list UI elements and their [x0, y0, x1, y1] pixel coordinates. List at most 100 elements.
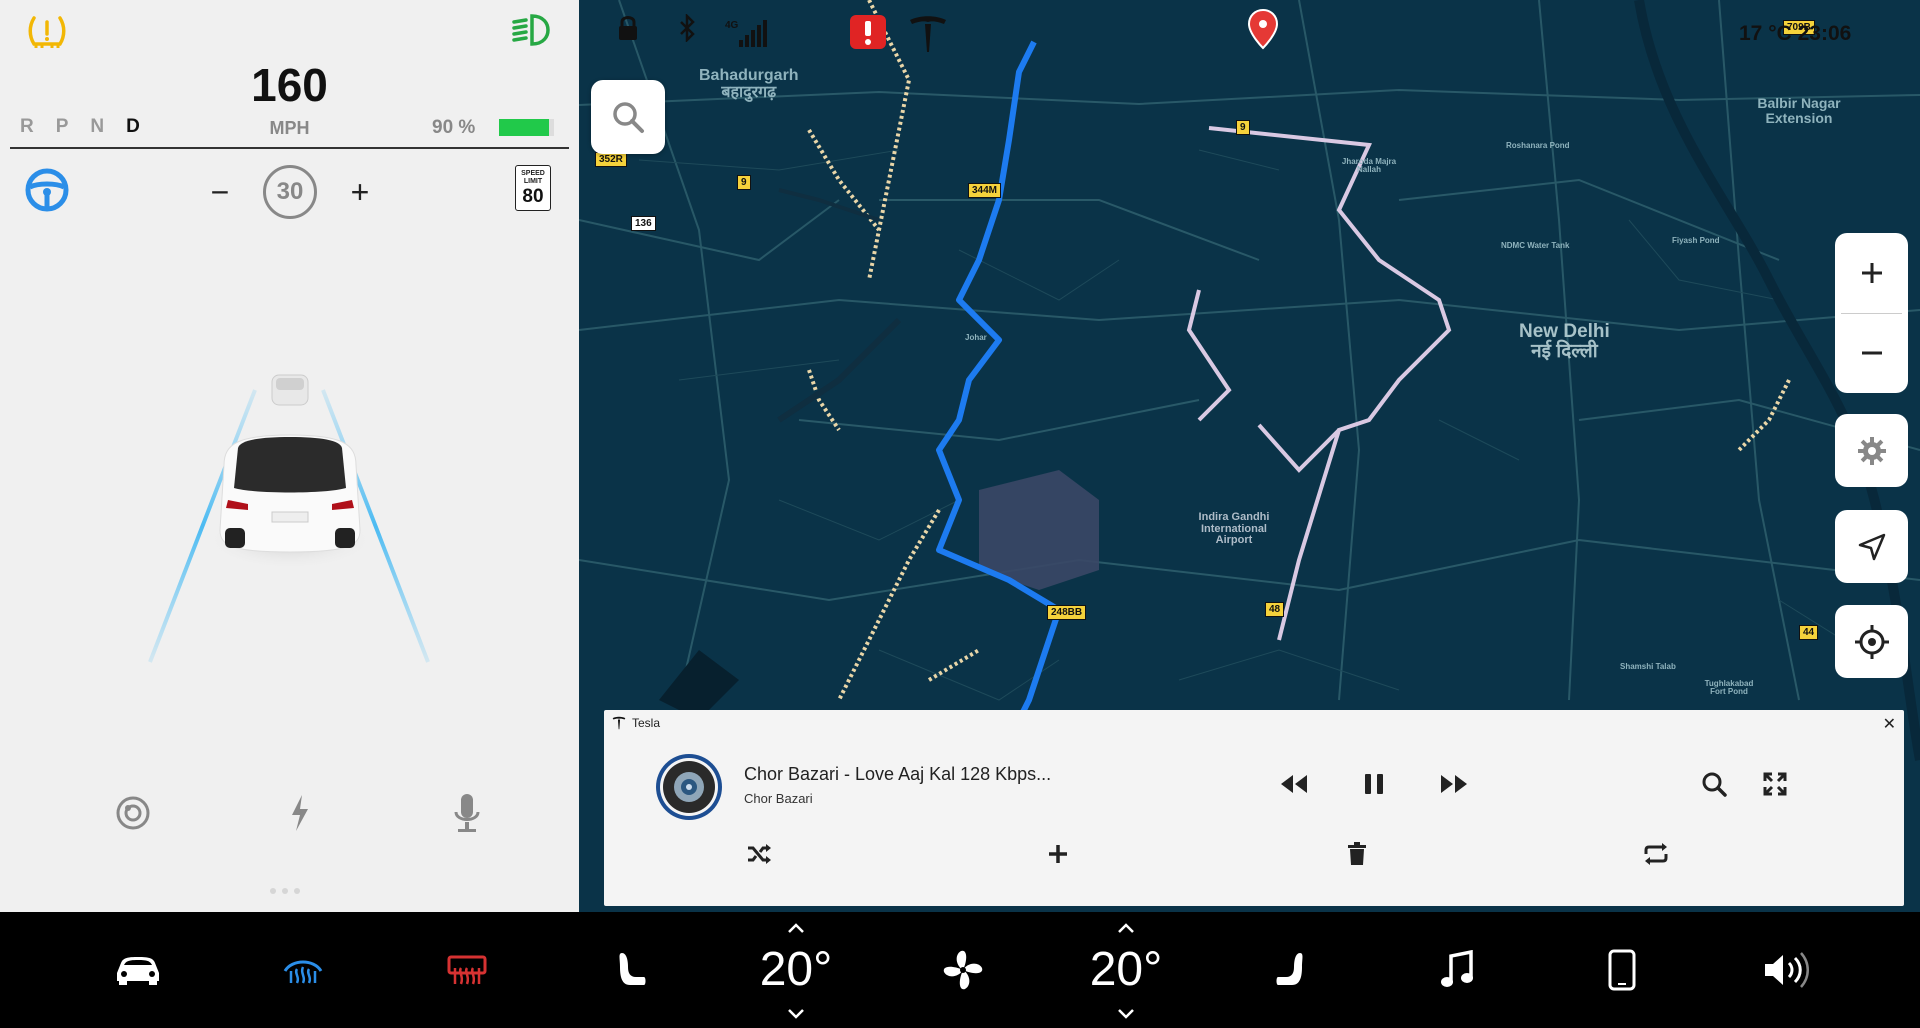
- pause-icon: [1365, 774, 1383, 794]
- microphone-icon[interactable]: [444, 790, 490, 836]
- battery-bar: [499, 119, 554, 136]
- map-label-bahadurgarh: Bahadurgarh बहादुरगढ़: [699, 67, 799, 101]
- road-shield: 352R: [595, 152, 627, 167]
- tesla-logo-icon: [612, 716, 626, 730]
- map-settings-button[interactable]: [1835, 414, 1908, 487]
- fast-forward-button[interactable]: [1436, 766, 1472, 802]
- volume-icon[interactable]: [1760, 912, 1816, 1028]
- map-label-balbir: Balbir Nagar Extension: [1757, 95, 1841, 126]
- song-title: Chor Bazari - Love Aaj Kal 128 Kbps...: [744, 764, 1052, 784]
- bluetooth-icon[interactable]: [678, 14, 696, 42]
- front-defrost-icon[interactable]: [280, 912, 326, 1028]
- pause-button[interactable]: [1356, 766, 1392, 802]
- driver-temp-value: 20°: [759, 943, 833, 996]
- passenger-temperature: 20°: [1076, 912, 1176, 1028]
- signal-4g-icon: 4G: [725, 18, 769, 48]
- map-label-tughlakabad: Tughlakabad Fort Pond: [1704, 679, 1754, 697]
- map-search-button[interactable]: [591, 80, 665, 154]
- expand-icon: [1763, 772, 1787, 796]
- player-source: Tesla: [632, 716, 661, 730]
- zoom-out-button[interactable]: [1835, 313, 1908, 393]
- add-to-playlist-button[interactable]: [1040, 836, 1076, 872]
- minus-icon: [1861, 351, 1882, 355]
- speed-unit: MPH: [269, 118, 310, 138]
- ego-vehicle: [219, 434, 361, 553]
- delete-button[interactable]: [1339, 836, 1375, 872]
- road-shield: 344M: [968, 183, 1002, 198]
- battery-fill: [499, 119, 549, 136]
- media-player: Tesla ✕ Chor Bazari - Love Aaj Kal 128 K…: [604, 710, 1904, 906]
- cruise-control: − 30 +: [205, 165, 375, 219]
- repeat-icon: [1644, 843, 1668, 865]
- search-icon: [1702, 772, 1727, 797]
- alert-icon[interactable]: [849, 14, 887, 50]
- autopilot-visualization: [120, 340, 460, 680]
- road-shield: 9: [1236, 120, 1250, 135]
- speed-readout: 160: [251, 59, 328, 111]
- album-art: [654, 752, 724, 822]
- driver-seat-icon[interactable]: [612, 912, 652, 1028]
- svg-text:4G: 4G: [725, 20, 739, 31]
- destination-pin-icon: [1247, 8, 1279, 50]
- bottom-dock: [0, 912, 1920, 1028]
- close-icon[interactable]: ✕: [1883, 714, 1896, 734]
- chevron-down-icon[interactable]: [1116, 1006, 1136, 1022]
- phone-icon[interactable]: [1602, 912, 1642, 1028]
- rear-defrost-icon[interactable]: [444, 912, 490, 1028]
- recenter-button[interactable]: [1835, 605, 1908, 678]
- car-icon[interactable]: [110, 912, 166, 1028]
- charging-icon[interactable]: [277, 790, 323, 836]
- cluster-shortcuts: [110, 790, 490, 836]
- chevron-up-icon[interactable]: [1116, 920, 1136, 936]
- cruise-minus-button[interactable]: −: [205, 176, 235, 208]
- headlight-icon: [510, 12, 552, 48]
- road-shield: 136: [631, 216, 656, 231]
- alternate-route: [1208, 126, 1452, 641]
- road-shield: 248BB: [1047, 605, 1087, 620]
- navigate-button[interactable]: [1835, 510, 1908, 583]
- plus-icon: [1049, 845, 1067, 863]
- cruise-plus-button[interactable]: +: [345, 176, 375, 208]
- speed-limit-sign: SPEED LIMIT 80: [515, 165, 551, 211]
- autopilot-steering-icon[interactable]: [24, 167, 70, 213]
- map-label-jharoda: Jharoda Majra Nallah: [1341, 157, 1397, 175]
- speed-limit-label: SPEED LIMIT: [521, 170, 545, 185]
- player-header: Tesla: [612, 716, 660, 730]
- gear-icon: [1857, 436, 1886, 465]
- tire-pressure-warning-icon: [26, 12, 68, 50]
- cruise-set-speed: 30: [263, 165, 317, 219]
- page-dots: [270, 888, 300, 894]
- map-label-shamshi: Shamshi Talab: [1620, 662, 1676, 671]
- lock-icon[interactable]: [617, 14, 639, 42]
- battery-percent: 90 %: [432, 117, 476, 138]
- speed-limit-value: 80: [522, 186, 544, 207]
- music-icon[interactable]: [1434, 912, 1480, 1028]
- tesla-ui: 160 R P N D MPH 90 % − 30 + SPEED LIMIT …: [0, 0, 1920, 1028]
- tesla-logo-icon[interactable]: [908, 14, 948, 54]
- camera-icon[interactable]: [110, 790, 156, 836]
- crosshair-icon: [1854, 624, 1889, 659]
- navigation-arrow-icon: [1858, 533, 1885, 560]
- song-artist: Chor Bazari: [744, 791, 813, 806]
- expand-button[interactable]: [1757, 766, 1793, 802]
- road-shield: 9: [737, 175, 751, 190]
- passenger-temp-value: 20°: [1089, 943, 1163, 996]
- zoom-control: [1835, 233, 1908, 393]
- chevron-up-icon[interactable]: [786, 920, 806, 936]
- lead-vehicle: [271, 374, 309, 406]
- temperature-time: 17 °C 23:06: [1739, 22, 1852, 45]
- zoom-in-button[interactable]: [1835, 233, 1908, 313]
- passenger-seat-icon[interactable]: [1270, 912, 1310, 1028]
- fan-icon[interactable]: [938, 912, 988, 1028]
- repeat-button[interactable]: [1638, 836, 1674, 872]
- fast-forward-icon: [1441, 775, 1467, 793]
- rewind-button[interactable]: [1276, 766, 1312, 802]
- media-search-button[interactable]: [1696, 766, 1732, 802]
- map-label-ndmc: NDMC Water Tank: [1501, 241, 1570, 250]
- driver-temperature: 20°: [746, 912, 846, 1028]
- chevron-down-icon[interactable]: [786, 1006, 806, 1022]
- shuffle-button[interactable]: [741, 836, 777, 872]
- instrument-cluster: 160 R P N D MPH 90 % − 30 + SPEED LIMIT …: [0, 0, 579, 912]
- search-icon: [613, 102, 644, 133]
- plus-icon: [1861, 263, 1882, 283]
